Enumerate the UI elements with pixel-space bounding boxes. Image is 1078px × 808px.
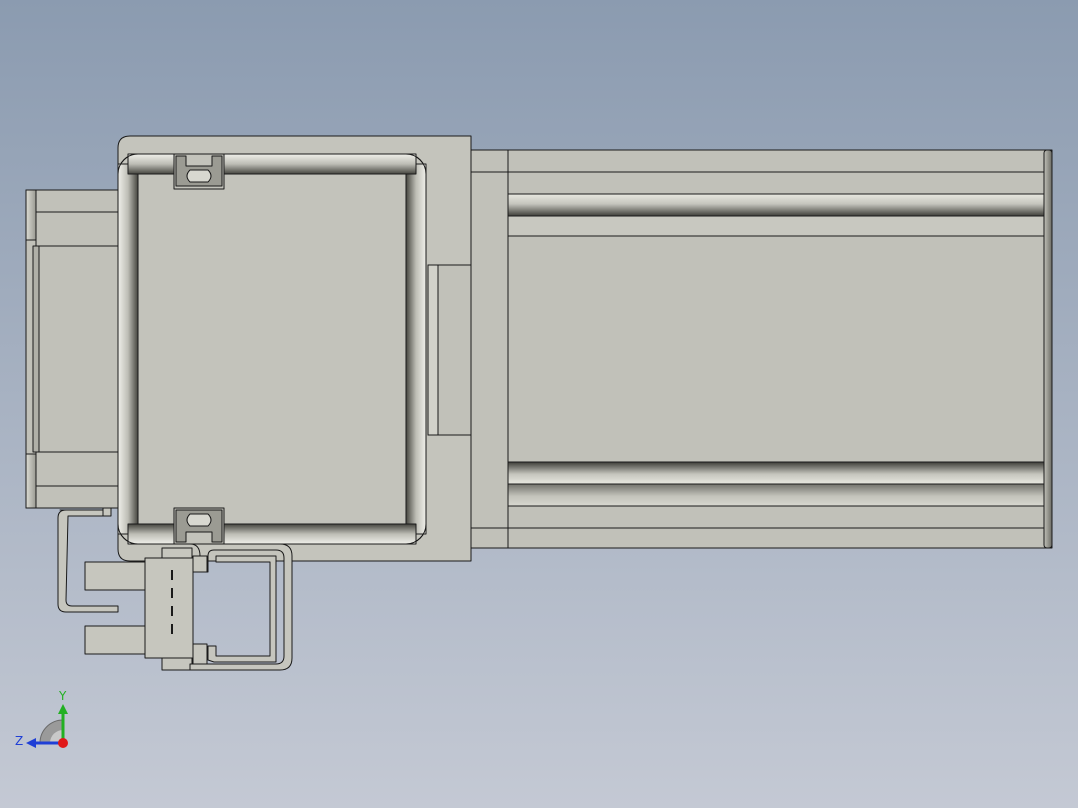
y-axis-label: Y (58, 689, 67, 703)
bottom-tslot[interactable] (173, 507, 225, 545)
z-axis-label: Z (15, 734, 23, 748)
motor-body[interactable] (469, 149, 1053, 549)
front-face-frame[interactable] (117, 153, 427, 545)
cad-viewport[interactable]: Y Z (0, 0, 1078, 808)
x-axis-dot-icon (58, 738, 68, 748)
rear-end-cap[interactable] (25, 189, 121, 509)
top-tslot[interactable] (173, 153, 225, 190)
model-canvas[interactable]: Y Z (0, 0, 1078, 808)
